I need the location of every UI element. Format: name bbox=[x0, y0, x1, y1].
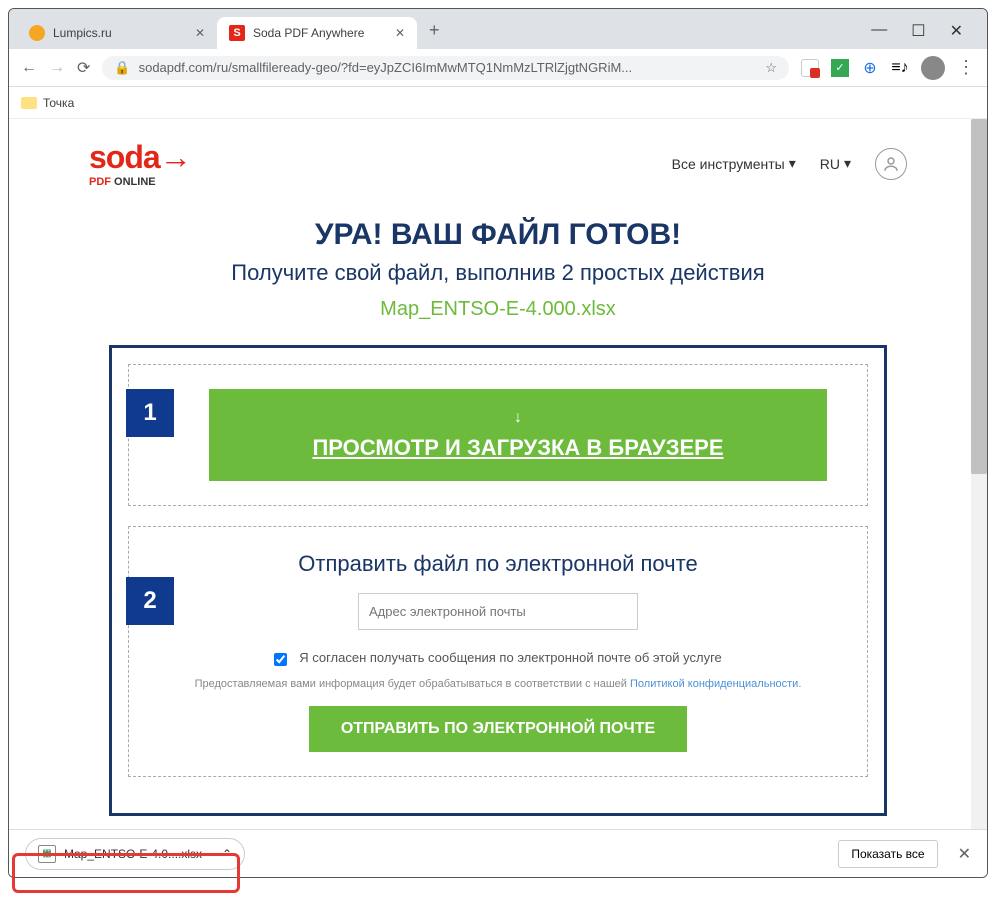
scroll-thumb[interactable] bbox=[971, 119, 987, 474]
reload-button[interactable]: ⟳ bbox=[77, 58, 90, 78]
maximize-button[interactable]: ☐ bbox=[911, 21, 925, 41]
globe-icon[interactable]: ⊕ bbox=[861, 59, 879, 77]
steps-container: 1 ↓ ПРОСМОТР И ЗАГРУЗКА В БРАУЗЕРЕ 2 Отп… bbox=[109, 345, 887, 816]
tab-title: Soda PDF Anywhere bbox=[253, 26, 364, 40]
step-number: 1 bbox=[126, 389, 174, 437]
close-download-bar-icon[interactable]: ✕ bbox=[958, 844, 971, 864]
hero: УРА! ВАШ ФАЙЛ ГОТОВ! Получите свой файл,… bbox=[89, 218, 907, 321]
consent-checkbox[interactable] bbox=[274, 653, 287, 666]
minimize-button[interactable]: — bbox=[871, 21, 887, 41]
logo-subtitle: PDF ONLINE bbox=[89, 176, 191, 188]
extension-check-icon[interactable]: ✓ bbox=[831, 59, 849, 77]
result-filename: Map_ENTSO-E-4.000.xlsx bbox=[89, 298, 907, 321]
address-bar[interactable]: 🔒 sodapdf.com/ru/smallfileready-geo/?fd=… bbox=[102, 56, 789, 80]
download-view-button[interactable]: ↓ ПРОСМОТР И ЗАГРУЗКА В БРАУЗЕРЕ bbox=[209, 389, 827, 481]
logo-text: soda→ bbox=[89, 139, 191, 176]
file-xlsx-icon: ▦ bbox=[38, 845, 56, 863]
caret-down-icon: ▾ bbox=[844, 155, 851, 172]
download-filename: Map_ENTSO-E-4.0....xlsx bbox=[64, 847, 202, 861]
step-1-section: 1 ↓ ПРОСМОТР И ЗАГРУЗКА В БРАУЗЕРЕ bbox=[128, 364, 868, 506]
disclaimer: Предоставляемая вами информация будет об… bbox=[169, 678, 827, 690]
chevron-up-icon[interactable]: ⌃ bbox=[222, 847, 232, 861]
back-button[interactable]: ← bbox=[21, 59, 37, 77]
forward-button[interactable]: → bbox=[49, 59, 65, 77]
page-title: УРА! ВАШ ФАЙЛ ГОТОВ! bbox=[89, 218, 907, 252]
download-arrow-icon: ↓ bbox=[514, 409, 522, 427]
header-nav: Все инструменты ▾ RU ▾ bbox=[672, 148, 907, 180]
close-tab-icon[interactable]: ✕ bbox=[195, 26, 205, 40]
bookmark-item[interactable]: Точка bbox=[43, 96, 74, 110]
favicon-icon bbox=[29, 25, 45, 41]
extension-icon[interactable] bbox=[801, 59, 819, 77]
scrollbar[interactable] bbox=[971, 119, 987, 829]
show-all-button[interactable]: Показать все bbox=[838, 840, 937, 868]
tab-strip: Lumpics.ru ✕ S Soda PDF Anywhere ✕ + — ☐… bbox=[9, 9, 987, 49]
new-tab-button[interactable]: + bbox=[417, 12, 452, 49]
section-title: Отправить файл по электронной почте bbox=[169, 551, 827, 577]
playlist-icon[interactable]: ≡♪ bbox=[891, 59, 909, 77]
close-window-button[interactable]: ✕ bbox=[950, 21, 963, 41]
url-text: sodapdf.com/ru/smallfileready-geo/?fd=ey… bbox=[139, 60, 633, 75]
browser-toolbar: ← → ⟳ 🔒 sodapdf.com/ru/smallfileready-ge… bbox=[9, 49, 987, 87]
user-icon[interactable] bbox=[875, 148, 907, 180]
favicon-icon: S bbox=[229, 25, 245, 41]
download-bar: ▦ Map_ENTSO-E-4.0....xlsx ⌃ Показать все… bbox=[9, 829, 987, 877]
page-content: soda→ PDF ONLINE Все инструменты ▾ RU ▾ bbox=[9, 119, 987, 829]
email-input[interactable] bbox=[358, 593, 638, 630]
window-controls: — ☐ ✕ bbox=[871, 21, 979, 49]
tab-sodapdf[interactable]: S Soda PDF Anywhere ✕ bbox=[217, 17, 417, 49]
caret-down-icon: ▾ bbox=[789, 155, 796, 172]
site-header: soda→ PDF ONLINE Все инструменты ▾ RU ▾ bbox=[89, 119, 907, 198]
privacy-link[interactable]: Политикой конфиденциальности bbox=[630, 678, 798, 690]
tools-dropdown[interactable]: Все инструменты ▾ bbox=[672, 155, 796, 172]
button-label: ПРОСМОТР И ЗАГРУЗКА В БРАУЗЕРЕ bbox=[312, 435, 723, 461]
send-email-button[interactable]: ОТПРАВИТЬ ПО ЭЛЕКТРОННОЙ ПОЧТЕ bbox=[309, 706, 687, 752]
logo[interactable]: soda→ PDF ONLINE bbox=[89, 139, 191, 188]
language-dropdown[interactable]: RU ▾ bbox=[820, 155, 851, 172]
menu-button[interactable]: ⋮ bbox=[957, 57, 975, 78]
browser-window: Lumpics.ru ✕ S Soda PDF Anywhere ✕ + — ☐… bbox=[8, 8, 988, 878]
close-tab-icon[interactable]: ✕ bbox=[395, 26, 405, 40]
consent-text: Я согласен получать сообщения по электро… bbox=[299, 650, 722, 665]
tab-lumpics[interactable]: Lumpics.ru ✕ bbox=[17, 17, 217, 49]
step-number: 2 bbox=[126, 577, 174, 625]
star-icon[interactable]: ☆ bbox=[765, 60, 777, 76]
tab-title: Lumpics.ru bbox=[53, 26, 112, 40]
step-2-section: 2 Отправить файл по электронной почте Я … bbox=[128, 526, 868, 777]
profile-avatar[interactable] bbox=[921, 56, 945, 80]
consent-row: Я согласен получать сообщения по электро… bbox=[169, 650, 827, 666]
download-chip[interactable]: ▦ Map_ENTSO-E-4.0....xlsx ⌃ bbox=[25, 838, 245, 870]
lock-icon: 🔒 bbox=[114, 60, 130, 76]
bookmarks-bar: Точка bbox=[9, 87, 987, 119]
folder-icon bbox=[21, 97, 37, 109]
page-subtitle: Получите свой файл, выполнив 2 простых д… bbox=[89, 260, 907, 286]
